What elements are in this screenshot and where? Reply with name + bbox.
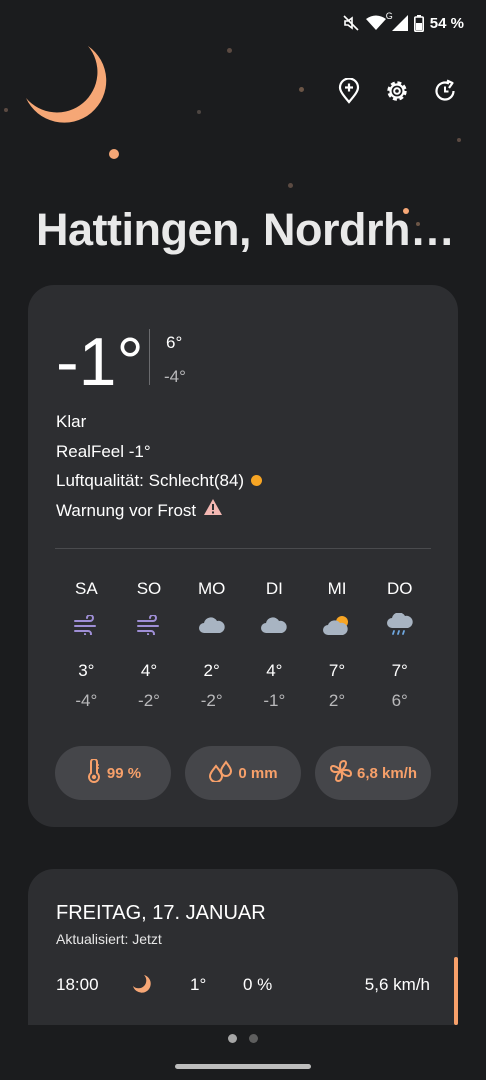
forecast-day[interactable]: MI 7° 2° [306, 579, 369, 711]
day-low: 2° [328, 691, 346, 710]
fan-icon [329, 759, 353, 787]
moon-icon [26, 46, 107, 123]
realfeel-text: RealFeel -1° [56, 441, 151, 461]
droplets-icon [208, 760, 234, 786]
date-title: FREITAG, 17. JANUAR [56, 902, 266, 924]
humidity-value: 99 % [106, 764, 142, 782]
day-high: 4° [140, 661, 158, 680]
day-name: DI [265, 579, 283, 598]
forecast-day[interactable]: MO 2° -2° [180, 579, 243, 711]
hour-temp: 1° [190, 975, 207, 994]
day-name: DO [386, 579, 413, 598]
star-decoration [4, 108, 8, 112]
day-high: 7° [328, 661, 346, 680]
cloud-icon [260, 616, 288, 639]
wifi-icon [365, 15, 386, 31]
star-decoration [227, 48, 232, 53]
rain-cloud-icon [386, 611, 414, 642]
day-high: 3° [78, 661, 95, 680]
humidity-pill[interactable]: 99 % [55, 746, 171, 800]
refresh-history-icon[interactable] [432, 78, 458, 104]
star-decoration [457, 138, 461, 142]
daily-forecast[interactable]: SA 3° -4° SO 4° -2° MO 2° -2° DI 4° -1° … [55, 579, 431, 711]
wind-icon [136, 613, 162, 640]
add-location-icon[interactable] [336, 78, 362, 104]
hour-wind: 5,6 km/h [364, 975, 430, 994]
precipitation-value: 0 mm [238, 764, 278, 782]
day-high: 4° [266, 661, 283, 680]
wind-value: 6,8 km/h [356, 764, 418, 782]
stats-row: 99 % 0 mm 6,8 km/h [55, 746, 431, 800]
hourly-forecast-card[interactable]: FREITAG, 17. JANUAR Aktualisiert: Jetzt … [28, 869, 458, 1025]
moon-icon [132, 974, 152, 999]
home-indicator[interactable] [175, 1064, 311, 1069]
current-weather-card[interactable]: -1° 6° -4° Klar RealFeel -1° Luftqualitä… [28, 285, 458, 827]
mute-icon [342, 14, 360, 32]
forecast-day[interactable]: SA 3° -4° [55, 579, 118, 711]
air-quality-text: Luftqualität: Schlecht(84) [56, 471, 245, 490]
day-low: -2° [200, 691, 223, 710]
hour-precip: 0 % [243, 975, 273, 994]
wind-pill[interactable]: 6,8 km/h [315, 746, 431, 800]
air-quality-row[interactable]: Luftqualität: Schlecht(84) [56, 466, 263, 496]
air-quality-dot-icon [251, 475, 263, 487]
partly-cloudy-icon [323, 614, 351, 641]
forecast-day[interactable]: SO 4° -2° [118, 579, 181, 711]
settings-gear-icon[interactable] [384, 78, 410, 104]
day-high: 7° [391, 661, 408, 680]
star-decoration [197, 110, 201, 114]
updated-text: Aktualisiert: Jetzt [56, 931, 162, 947]
day-name: MO [197, 579, 226, 598]
day-high: 2° [203, 661, 220, 680]
network-type: G [385, 11, 393, 21]
divider [149, 329, 150, 385]
day-low: 6° [391, 691, 408, 710]
warning-row[interactable]: Warnung vor Frost [56, 496, 262, 526]
page-indicator[interactable] [228, 1034, 258, 1043]
star-decoration [299, 87, 304, 92]
city-title: Hattingen, Nordrh… [36, 204, 455, 255]
star-decoration [109, 149, 119, 159]
thermometer-icon [85, 758, 103, 787]
hour-time: 18:00 [56, 975, 99, 994]
condition-text: Klar [56, 412, 87, 431]
day-name: SA [74, 579, 98, 598]
warning-triangle-icon [203, 496, 223, 526]
condition-details: Klar RealFeel -1° Luftqualität: Schlecht… [56, 407, 263, 526]
current-temperature: -1° [56, 324, 144, 400]
page-dot-active[interactable] [228, 1034, 237, 1043]
scrollbar[interactable] [454, 957, 458, 1025]
page-dot[interactable] [249, 1034, 258, 1043]
star-decoration [288, 183, 293, 188]
forecast-day[interactable]: DO 7° 6° [368, 579, 431, 711]
toolbar [336, 78, 458, 104]
today-high: 6° [166, 333, 183, 352]
wind-icon [73, 613, 99, 640]
day-low: -2° [138, 691, 160, 710]
card-divider [55, 548, 431, 549]
warning-text: Warnung vor Frost [56, 500, 197, 520]
status-bar: G 54 % [342, 8, 464, 38]
today-low: -4° [164, 367, 186, 386]
signal-icon: G [386, 11, 408, 31]
forecast-day[interactable]: DI 4° -1° [243, 579, 306, 711]
battery-icon [413, 14, 424, 32]
precipitation-pill[interactable]: 0 mm [185, 746, 301, 800]
day-name: SO [136, 579, 162, 598]
day-low: -4° [75, 691, 98, 710]
day-low: -1° [263, 691, 286, 710]
cloud-icon [198, 616, 226, 639]
battery-percent: 54 % [429, 14, 464, 32]
day-name: MI [327, 579, 347, 598]
hourly-row[interactable]: 18:00 1° 0 % 5,6 km/h [56, 975, 430, 997]
